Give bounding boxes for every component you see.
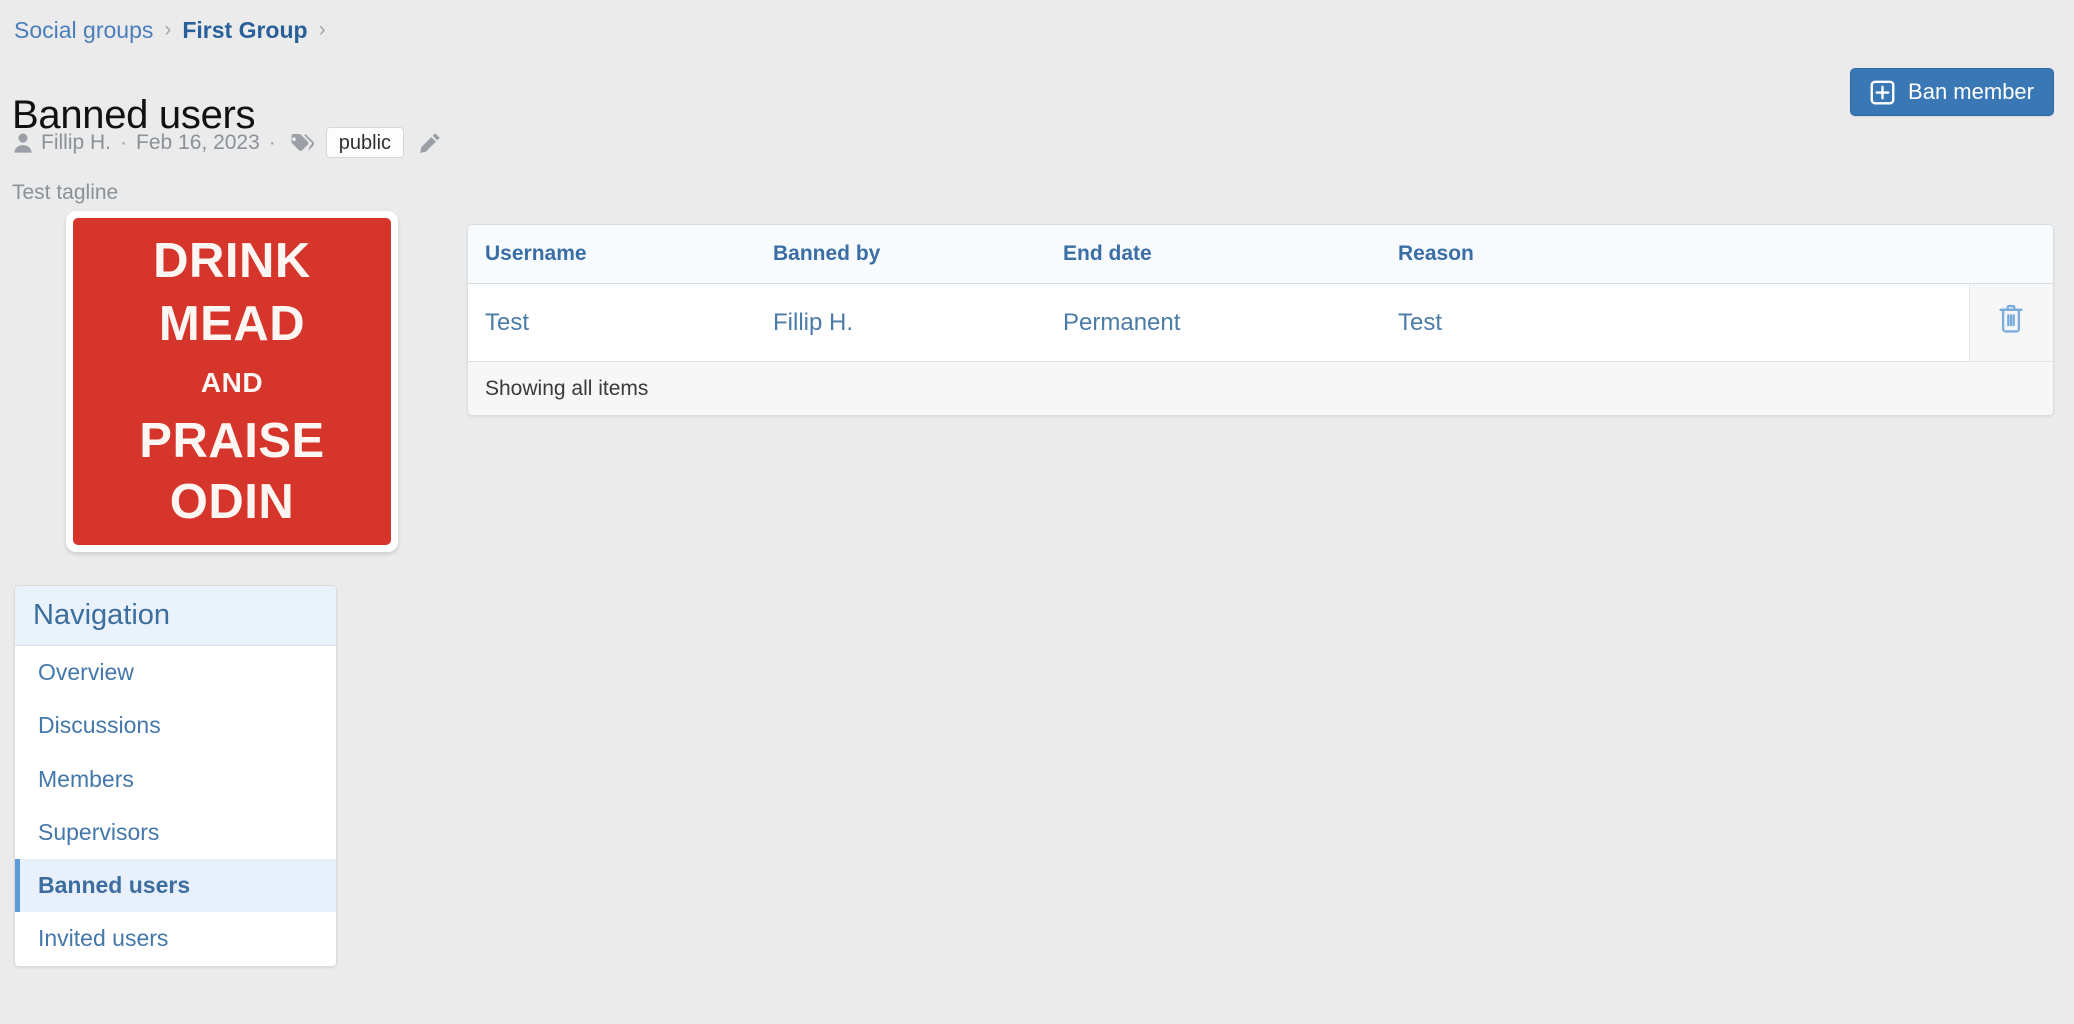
sidebar-item-banned-users[interactable]: Banned users: [15, 859, 336, 912]
group-tagline: Test tagline: [12, 182, 118, 203]
poster-line-2: MEAD: [159, 300, 305, 349]
breadcrumb-separator-icon: ›: [164, 19, 171, 40]
table-footer-status: Showing all items: [468, 362, 2053, 415]
sidebar-item-invited-users[interactable]: Invited users: [15, 912, 336, 965]
breadcrumb-separator-icon-2: ›: [319, 19, 326, 40]
poster-line-3: AND: [201, 369, 263, 397]
cell-actions: [1969, 284, 2053, 362]
cell-username[interactable]: Test: [468, 284, 756, 362]
ban-member-button[interactable]: Ban member: [1850, 68, 2054, 116]
banned-users-table: Username Banned by End date Reason Test …: [468, 225, 2053, 362]
group-avatar-image[interactable]: DRINK MEAD AND PRAISE ODIN: [66, 211, 398, 552]
page-root: Social groups › First Group › Banned use…: [0, 0, 2074, 1024]
poster-graphic: DRINK MEAD AND PRAISE ODIN: [73, 218, 391, 545]
column-header-actions: [1969, 225, 2053, 284]
table-header-row: Username Banned by End date Reason: [468, 225, 2053, 284]
breadcrumb-item-first-group[interactable]: First Group: [182, 19, 307, 42]
navigation-panel: Navigation Overview Discussions Members …: [14, 585, 337, 967]
table-row: Test Fillip H. Permanent Test: [468, 284, 2053, 362]
sidebar-item-overview[interactable]: Overview: [15, 646, 336, 699]
cell-reason: Test: [1381, 284, 1969, 362]
column-header-reason[interactable]: Reason: [1381, 225, 1969, 284]
cell-banned-by[interactable]: Fillip H.: [756, 284, 1046, 362]
column-header-banned-by[interactable]: Banned by: [756, 225, 1046, 284]
meta-author: Fillip H.: [41, 132, 111, 153]
column-header-username[interactable]: Username: [468, 225, 756, 284]
sidebar-item-discussions[interactable]: Discussions: [15, 699, 336, 752]
cell-end-date: Permanent: [1046, 284, 1381, 362]
poster-line-1: DRINK: [153, 237, 311, 286]
poster-line-4: PRAISE: [139, 417, 324, 466]
trash-icon[interactable]: [1996, 303, 2026, 335]
tag-badge-public[interactable]: public: [326, 127, 404, 158]
column-header-end-date[interactable]: End date: [1046, 225, 1381, 284]
navigation-title: Navigation: [15, 586, 336, 646]
plus-square-icon: [1870, 80, 1895, 105]
user-icon: [12, 132, 34, 154]
meta-separator-2: ·: [269, 132, 276, 153]
sidebar-item-supervisors[interactable]: Supervisors: [15, 806, 336, 859]
ban-member-label: Ban member: [1908, 79, 2034, 105]
poster-line-5: ODIN: [170, 478, 295, 527]
breadcrumb-item-social-groups[interactable]: Social groups: [14, 19, 153, 42]
breadcrumb: Social groups › First Group ›: [14, 19, 326, 42]
banned-users-table-card: Username Banned by End date Reason Test …: [467, 224, 2054, 416]
meta-date: Feb 16, 2023: [136, 132, 260, 153]
pencil-icon[interactable]: [418, 131, 442, 155]
sidebar-item-members[interactable]: Members: [15, 753, 336, 806]
page-meta: Fillip H. · Feb 16, 2023 · public: [12, 127, 442, 158]
tags-icon: [288, 131, 316, 155]
meta-separator-1: ·: [120, 132, 127, 153]
